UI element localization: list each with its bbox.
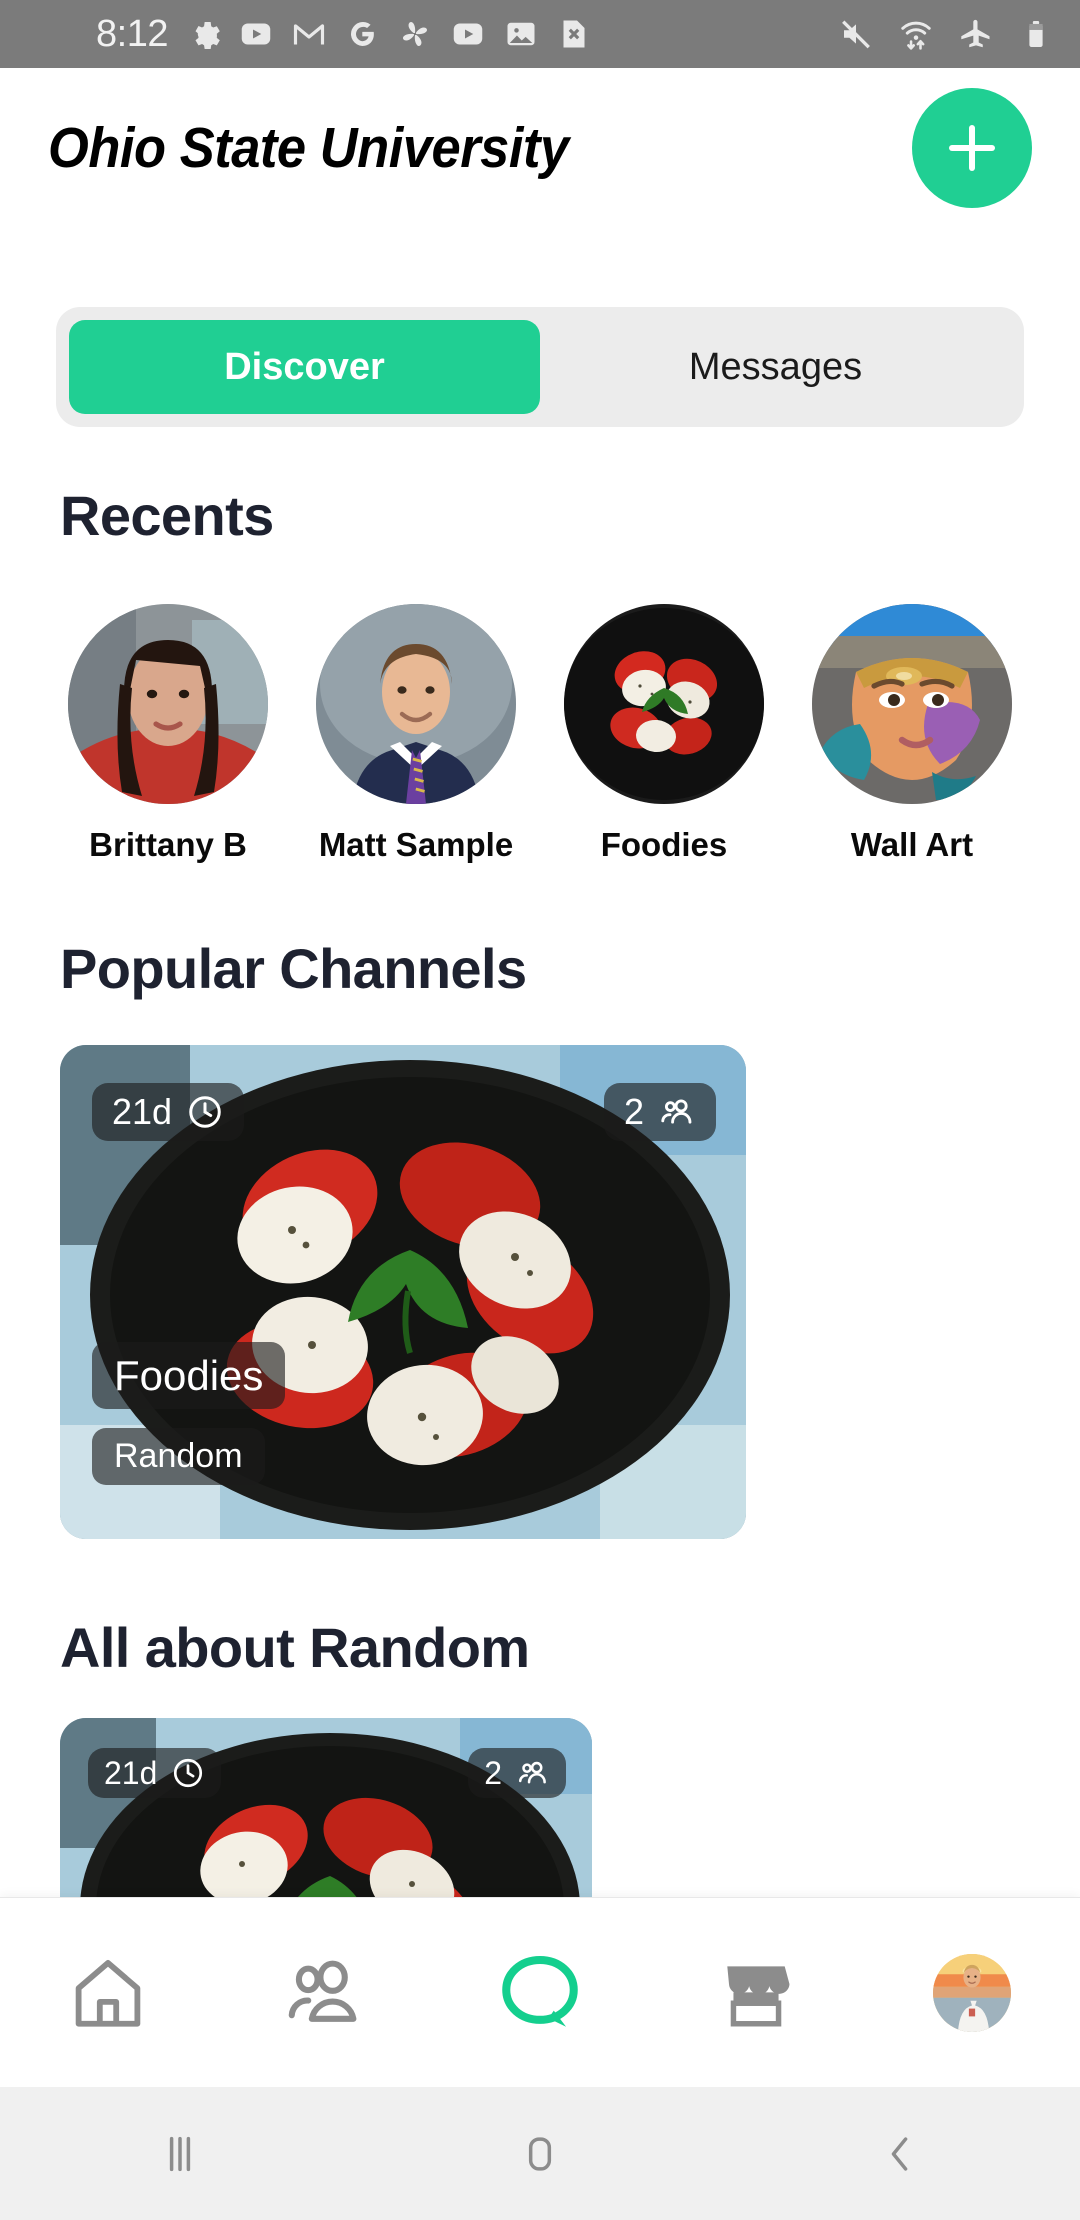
street-mural-face-avatar [812,604,1012,804]
section-title-recents: Recents [60,484,274,547]
clock-icon [174,1758,203,1788]
bottom-navigation [0,1897,1080,2087]
list-item-label: Wall Art [850,826,974,863]
channel-age-badge: 21d [88,1748,222,1798]
section-title-popular-channels: Popular Channels [60,937,527,1000]
list-item[interactable]: Matt Sample [316,604,516,864]
man-navy-suit-avatar [316,604,516,804]
channel-cover-image [60,1718,592,1897]
add-button[interactable] [912,88,1032,208]
mute-icon [842,20,870,49]
channel-age-value: 21d [112,1091,173,1132]
avatar[interactable] [68,604,268,804]
list-item-label: Brittany B [89,826,247,863]
list-item-label: Matt Sample [318,826,514,863]
nav-store[interactable] [648,1952,864,2034]
scroll-content[interactable]: Recents Brittany B Matt Sample Foodies W… [0,427,1080,1897]
list-item[interactable]: Wall Art [812,604,1012,864]
channel-members-badge: 2 [468,1748,566,1798]
channel-members-value: 2 [484,1755,502,1791]
google-icon [350,22,374,46]
channel-age-value: 21d [104,1755,158,1791]
youtube-icon [453,23,483,45]
channel-age-badge: 21d [92,1083,245,1141]
gmail-icon [293,24,325,45]
clock-icon [189,1096,221,1128]
nav-friends[interactable] [216,1950,432,2036]
page-title: Ohio State University [48,116,569,180]
status-bar: 8:12 [0,0,1080,68]
avatar[interactable] [316,604,516,804]
image-icon [507,22,535,46]
home-icon [75,1959,141,2027]
channel-members-value: 2 [623,1091,644,1132]
nav-profile[interactable] [864,1953,1080,2032]
home-button[interactable] [360,2126,720,2182]
segmented-tabs: Discover Messages [56,307,1024,427]
woman-dark-hair-red-top-avatar [68,604,268,804]
profile-avatar [933,1953,1011,2032]
airplane-mode-icon [961,19,990,48]
recents-button[interactable] [0,2126,360,2182]
channel-card[interactable]: 21d 2 Foodies Random [60,1045,746,1539]
nav-home[interactable] [0,1952,216,2034]
channel-members-badge: 2 [603,1083,716,1141]
file-x-icon [563,20,585,48]
people-icon [518,1761,546,1784]
channel-subtitle: Random [92,1427,265,1485]
caprese-salad-avatar [564,604,764,804]
status-bar-right [838,16,1054,52]
section-title-all-about-random: All about Random [60,1616,530,1679]
wifi-data-icon [901,21,931,50]
recents-icon [169,2136,191,2171]
status-bar-left: 8:12 [96,15,592,53]
chat-icon [502,1955,578,2027]
app-screen: 8:12 Ohio State University Discover Mess… [0,0,1080,2220]
gear-icon [195,22,220,49]
home-square-icon [528,2136,552,2171]
status-bar-clock: 8:12 [96,13,168,55]
tab-messages[interactable]: Messages [540,320,1011,414]
avatar[interactable] [933,1953,1011,2032]
recents-list: Brittany B Matt Sample Foodies Wall Art [0,604,1080,864]
back-button[interactable] [720,2126,1080,2182]
battery-icon [1029,20,1043,48]
avatar[interactable] [564,604,764,804]
list-item[interactable]: Foodies [564,604,764,864]
nav-chat[interactable] [432,1947,648,2039]
list-item[interactable]: Brittany B [68,604,268,864]
people-icon [288,1960,357,2022]
system-navigation-bar [0,2087,1080,2220]
people-icon [661,1099,692,1124]
tab-discover[interactable]: Discover [69,320,540,414]
avatar[interactable] [812,604,1012,804]
back-chevron-icon [891,2136,908,2171]
store-icon [727,1965,790,2026]
youtube-icon [241,23,271,45]
list-item-label: Foodies [600,826,728,863]
channel-card[interactable]: 21d 2 [60,1718,592,1897]
plus-icon [969,125,975,171]
channel-title: Foodies [92,1341,286,1409]
app-header: Ohio State University [0,68,1080,228]
photos-icon [402,21,427,47]
